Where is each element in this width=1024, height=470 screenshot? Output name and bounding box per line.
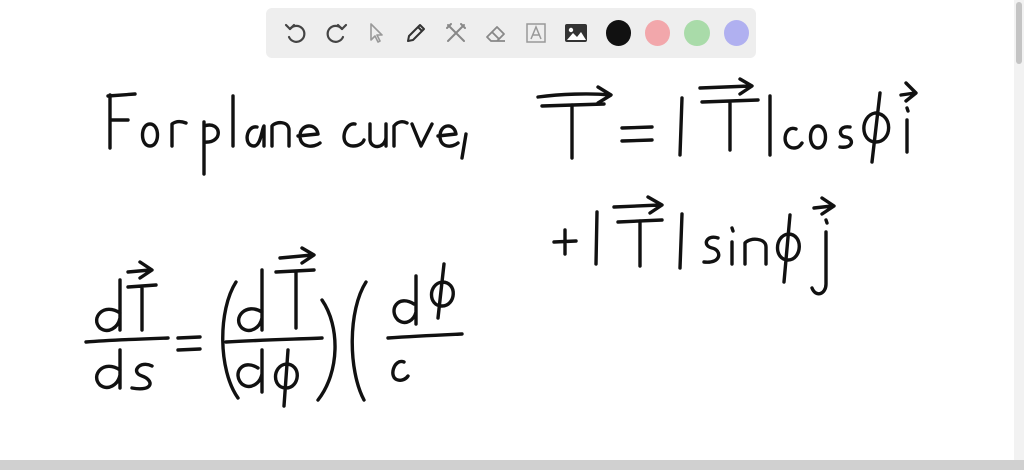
stroke-derivative-equation — [84, 246, 464, 408]
stroke-sin-line — [552, 195, 836, 296]
stroke-for-plane-curve — [106, 92, 468, 176]
handwriting-strokes — [84, 77, 918, 408]
whiteboard-canvas[interactable]: For plane curve, T = |T| cos φ i + |T| s… — [0, 0, 1014, 458]
horizontal-scrollbar[interactable] — [0, 460, 1024, 470]
vertical-scrollbar-thumb[interactable] — [1016, 2, 1022, 64]
vertical-scrollbar[interactable] — [1014, 0, 1024, 470]
stroke-t-equation — [536, 77, 918, 164]
